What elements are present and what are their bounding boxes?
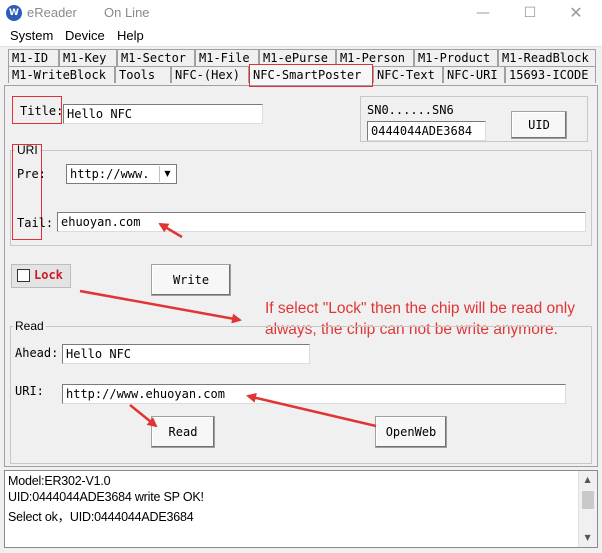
ahead-input[interactable]: Hello NFC	[62, 344, 310, 364]
openweb-button[interactable]: OpenWeb	[375, 416, 447, 448]
tab-nfc-uri[interactable]: NFC-URI	[443, 66, 505, 83]
scroll-down-icon[interactable]: ▼	[579, 530, 596, 546]
pre-label: Pre:	[17, 167, 46, 181]
log-line: Select ok，UID:0444044ADE3684	[8, 510, 194, 524]
chevron-down-icon[interactable]: ▼	[159, 166, 175, 182]
title-input[interactable]: Hello NFC	[63, 104, 263, 124]
tab-m1-id[interactable]: M1-ID	[8, 49, 59, 66]
log-panel[interactable]: Model:ER302-V1.0 UID:0444044ADE3684 writ…	[4, 470, 598, 548]
log-line: UID:0444044ADE3684 write SP OK!	[8, 490, 204, 504]
ahead-label: Ahead:	[15, 346, 59, 360]
tab-nfc-hex[interactable]: NFC-(Hex)	[171, 66, 249, 83]
title-bar: W eReader On Line — ☐ ✕	[0, 0, 602, 26]
menu-bar: System Device Help	[0, 26, 602, 47]
window-title: eReader	[27, 5, 77, 20]
tab-m1-writeblock[interactable]: M1-WriteBlock	[8, 66, 115, 83]
sn-label: SN0......SN6	[367, 103, 454, 117]
tab-15693-icode[interactable]: 15693-ICODE	[505, 66, 596, 83]
uid-button[interactable]: UID	[511, 111, 567, 139]
tab-m1-readblock[interactable]: M1-ReadBlock	[498, 49, 596, 66]
uri-read-input[interactable]: http://www.ehuoyan.com	[62, 384, 566, 404]
minimize-icon[interactable]: —	[473, 4, 493, 22]
menu-help[interactable]: Help	[117, 28, 144, 43]
sn-input[interactable]: 0444044ADE3684	[367, 121, 486, 141]
tab-tools[interactable]: Tools	[115, 66, 171, 83]
title-label: Title:	[20, 104, 64, 118]
tab-m1-product[interactable]: M1-Product	[414, 49, 498, 66]
lock-checkbox[interactable]	[17, 269, 30, 282]
menu-system[interactable]: System	[10, 28, 53, 43]
log-line: Model:ER302-V1.0	[8, 474, 111, 488]
app-logo-icon: W	[6, 5, 22, 21]
scroll-up-icon[interactable]: ▲	[579, 472, 596, 488]
pre-select[interactable]: http://www. ▼	[66, 164, 177, 184]
menu-device[interactable]: Device	[65, 28, 105, 43]
online-status: On Line	[104, 5, 150, 20]
read-button[interactable]: Read	[151, 416, 215, 448]
read-group-label: Read	[13, 319, 46, 333]
tab-m1-sector[interactable]: M1-Sector	[117, 49, 195, 66]
tab-nfc-text[interactable]: NFC-Text	[373, 66, 443, 83]
uri-read-label: URI:	[15, 384, 44, 398]
scroll-thumb[interactable]	[582, 491, 594, 509]
tail-label: Tail:	[17, 216, 54, 230]
tab-m1-key[interactable]: M1-Key	[59, 49, 117, 66]
write-button[interactable]: Write	[151, 264, 231, 296]
close-icon[interactable]: ✕	[566, 4, 586, 22]
maximize-icon[interactable]: ☐	[520, 4, 540, 22]
highlight-active-tab	[249, 64, 373, 87]
tail-input[interactable]: ehuoyan.com	[57, 212, 586, 232]
lock-label: Lock	[34, 268, 63, 282]
pre-select-value: http://www.	[70, 167, 150, 181]
annotation-line-1: If select "Lock" then the chip will be r…	[265, 300, 575, 317]
